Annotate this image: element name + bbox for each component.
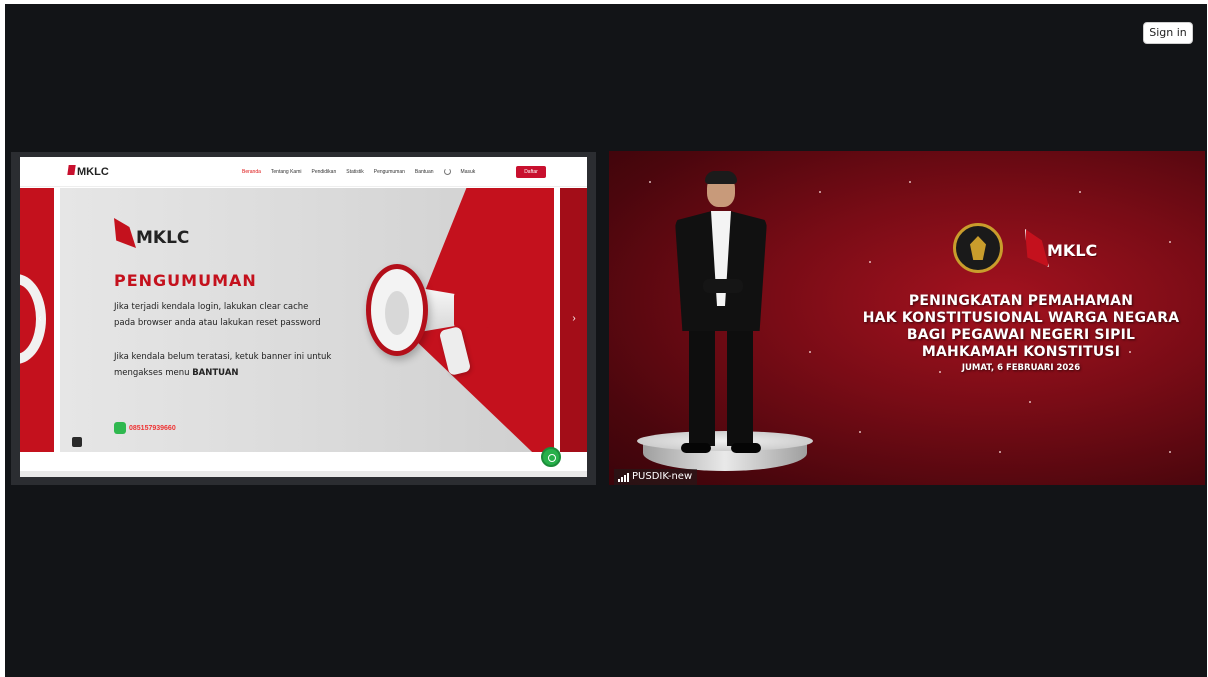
announcement-heading: PENGUMUMAN xyxy=(114,271,257,290)
theme-toggle-icon[interactable] xyxy=(443,168,451,175)
nav-item-statistik[interactable]: Statistik xyxy=(346,169,364,175)
megaphone-illustration xyxy=(366,258,506,388)
event-title-block: PENINGKATAN PEMAHAMAN HAK KONSTITUSIONAL… xyxy=(841,293,1201,374)
site-brand[interactable]: MKLC xyxy=(77,166,109,178)
mk-emblem-icon xyxy=(953,223,1003,273)
shared-browser-view: MKLC Beranda Tentang Kami Pendidikan Sta… xyxy=(20,157,587,477)
presenter-video-tile[interactable]: MKLC PENINGKATAN PEMAHAMAN HAK KONSTITUS… xyxy=(609,151,1205,485)
event-title-line-1: PENINGKATAN PEMAHAMAN xyxy=(908,293,1134,309)
mklc-logo-presenter: MKLC xyxy=(1025,229,1115,271)
nav-item-bantuan[interactable]: Bantuan xyxy=(415,169,434,175)
mklc-logo-icon xyxy=(114,218,136,248)
site-navbar: MKLC Beranda Tentang Kami Pendidikan Sta… xyxy=(20,157,587,187)
whatsapp-float-icon[interactable] xyxy=(541,447,561,467)
announcement-line-3: Jika kendala belum teratasi, ketuk banne… xyxy=(114,352,332,362)
whatsapp-icon xyxy=(114,422,126,434)
signal-strength-icon xyxy=(618,472,629,482)
mklc-logo-text: MKLC xyxy=(136,228,190,248)
mklc-logo-text-presenter: MKLC xyxy=(1047,241,1098,260)
mklc-logo-icon-presenter xyxy=(1025,229,1049,267)
nav-item-tentang-kami[interactable]: Tentang Kami xyxy=(271,169,302,175)
event-title-line-3: BAGI PEGAWAI NEGERI SIPIL xyxy=(906,327,1136,343)
event-title-line-4: MAHKAMAH KONSTITUSI xyxy=(921,344,1121,360)
site-nav-menu: Beranda Tentang Kami Pendidikan Statisti… xyxy=(242,168,475,175)
announcement-message-1: Jika terjadi kendala login, lakukan clea… xyxy=(114,299,374,331)
event-date: JUMAT, 6 FEBRUARI 2026 xyxy=(961,363,1081,373)
meeting-stage: Sign in MKLC Beranda Tentang Kami Pendid… xyxy=(5,4,1207,677)
announcement-message-2: Jika kendala belum teratasi, ketuk banne… xyxy=(114,349,374,381)
whatsapp-contact[interactable]: 085157939660 xyxy=(114,422,176,434)
accessibility-icon[interactable] xyxy=(72,437,82,447)
presenter-figure xyxy=(667,171,777,453)
nav-item-beranda[interactable]: Beranda xyxy=(242,169,261,175)
daftar-button[interactable]: Daftar xyxy=(516,166,546,178)
screen-share-tile[interactable]: MKLC Beranda Tentang Kami Pendidikan Sta… xyxy=(11,152,596,485)
announcement-banner[interactable]: MKLC PENGUMUMAN Jika terjadi kendala log… xyxy=(60,188,554,452)
participant-name: PUSDIK-new xyxy=(632,471,693,482)
whatsapp-number: 085157939660 xyxy=(129,424,176,432)
announcement-line-1: Jika terjadi kendala login, lakukan clea… xyxy=(114,302,309,312)
carousel-next-arrow-icon[interactable]: › xyxy=(568,310,580,328)
announcement-bantuan-link[interactable]: BANTUAN xyxy=(192,368,238,378)
event-title-line-2: HAK KONSTITUSIONAL WARGA NEGARA xyxy=(862,310,1180,326)
announcement-line-2: pada browser anda atau lakukan reset pas… xyxy=(114,318,321,328)
nav-item-pengumuman[interactable]: Pengumuman xyxy=(374,169,405,175)
nav-item-masuk[interactable]: Masuk xyxy=(461,169,476,175)
participant-name-label: PUSDIK-new xyxy=(614,469,698,485)
carousel-prev-arrow-icon[interactable]: ‹ xyxy=(34,310,46,328)
announcement-line-4: mengakses menu BANTUAN xyxy=(114,365,374,381)
announcement-line-4-prefix: mengakses menu xyxy=(114,368,193,378)
sign-in-button[interactable]: Sign in xyxy=(1143,22,1193,44)
horizontal-scrollbar[interactable] xyxy=(20,471,587,477)
nav-item-pendidikan[interactable]: Pendidikan xyxy=(311,169,336,175)
mklc-brand-icon xyxy=(67,165,76,175)
